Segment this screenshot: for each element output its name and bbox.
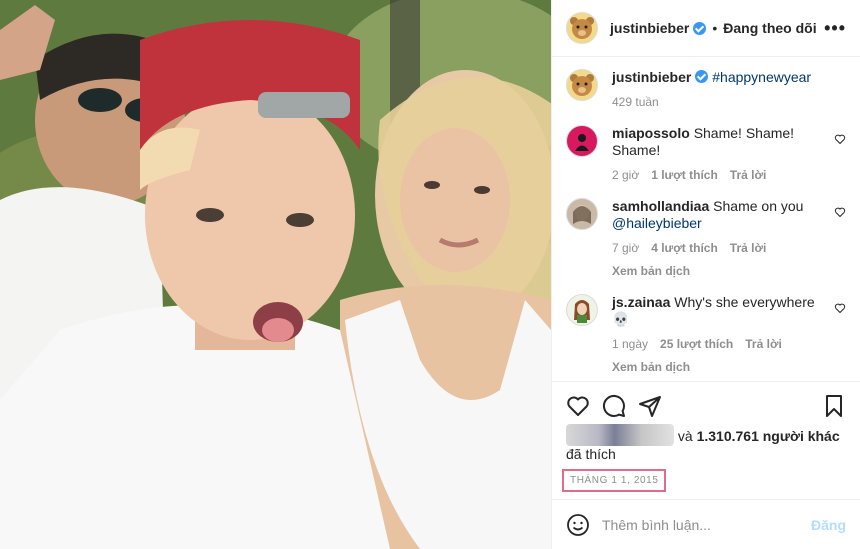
- comment-meta: 1 ngày 25 lượt thích Trả lời: [612, 336, 832, 353]
- comment-meta: 2 giờ 1 lượt thích Trả lời: [612, 167, 832, 184]
- likes-summary: và 1.310.761 người khác đã thích: [552, 424, 860, 463]
- caption-username[interactable]: justinbieber: [612, 69, 691, 85]
- reply-button[interactable]: Trả lời: [745, 337, 782, 351]
- likes-count[interactable]: 1.310.761 người khác: [697, 428, 840, 444]
- post-date[interactable]: THÁNG 1 1, 2015: [562, 469, 667, 492]
- avatar-cartoon-icon: [574, 300, 590, 323]
- comment-icon[interactable]: [602, 394, 626, 418]
- comment-age: 1 ngày: [612, 337, 649, 351]
- comment-item: js.zainaa Why's she everywhere 💀 1 ngày 2…: [566, 294, 846, 376]
- separator-dot: •: [712, 20, 718, 36]
- likes-prefix: và: [677, 428, 693, 444]
- comment-meta: 7 giờ 4 lượt thích Trả lời: [612, 240, 832, 257]
- bear-avatar-icon: [570, 74, 594, 96]
- comment-item: miapossolo Shame! Shame! Shame! 2 giờ 1 l…: [566, 125, 846, 184]
- translate-button[interactable]: Xem bản dịch: [612, 263, 832, 280]
- commenter-avatar[interactable]: [566, 294, 598, 326]
- reply-button[interactable]: Trả lời: [730, 241, 767, 255]
- commenter-avatar[interactable]: [566, 198, 598, 230]
- verified-icon: [693, 21, 707, 35]
- action-bar: [552, 382, 860, 424]
- reply-button[interactable]: Trả lời: [730, 168, 767, 182]
- caption: justinbieber #happynewyear 429 tuần: [566, 69, 846, 111]
- photo-illustration: [0, 0, 551, 549]
- post-sidebar: justinbieber • Đang theo dõi ••• justinb…: [551, 0, 860, 549]
- heart-icon[interactable]: [566, 394, 590, 418]
- commenter-username[interactable]: samhollandiaa: [612, 198, 709, 214]
- heart-icon[interactable]: [834, 133, 846, 145]
- comment-input[interactable]: Thêm bình luận...: [602, 517, 811, 533]
- author-username[interactable]: justinbieber: [610, 20, 689, 36]
- commenter-username[interactable]: miapossolo: [612, 125, 690, 141]
- caption-avatar[interactable]: [566, 69, 598, 101]
- comments-list[interactable]: justinbieber #happynewyear 429 tuần miap…: [552, 57, 860, 382]
- comment-age: 2 giờ: [612, 168, 640, 182]
- caption-age: 429 tuần: [612, 95, 659, 109]
- heart-icon[interactable]: [834, 302, 846, 314]
- likes-suffix: đã thích: [566, 446, 616, 462]
- comment-age: 7 giờ: [612, 241, 640, 255]
- verified-icon: [695, 70, 709, 83]
- avatar-silhouette-icon: [575, 134, 589, 151]
- comment-text: Shame on you: [713, 198, 804, 214]
- author-avatar[interactable]: [566, 12, 598, 44]
- follow-status-button[interactable]: Đang theo dõi: [723, 20, 816, 36]
- commenter-avatar[interactable]: [566, 125, 598, 157]
- share-icon[interactable]: [638, 394, 662, 418]
- post-header: justinbieber • Đang theo dõi •••: [552, 0, 860, 57]
- comment-likes[interactable]: 25 lượt thích: [660, 337, 733, 351]
- add-comment-bar: Thêm bình luận... Đăng: [552, 499, 860, 549]
- bookmark-icon[interactable]: [822, 394, 846, 418]
- heart-icon[interactable]: [834, 206, 846, 218]
- emoji-icon[interactable]: [566, 513, 590, 537]
- avatar-face-icon: [573, 205, 591, 224]
- blurred-usernames: [566, 424, 674, 446]
- bear-avatar-icon: [570, 17, 594, 39]
- caption-hashtag[interactable]: #happynewyear: [712, 69, 811, 85]
- comment-likes[interactable]: 4 lượt thích: [651, 241, 718, 255]
- comment-mention[interactable]: @haileybieber: [612, 215, 702, 231]
- post-photo[interactable]: [0, 0, 551, 549]
- comment-likes[interactable]: 1 lượt thích: [651, 168, 718, 182]
- translate-button[interactable]: Xem bản dịch: [612, 359, 832, 376]
- post-comment-button[interactable]: Đăng: [811, 517, 846, 533]
- instagram-post: justinbieber • Đang theo dõi ••• justinb…: [0, 0, 860, 549]
- comment-item: samhollandiaa Shame on you @haileybieber…: [566, 198, 846, 280]
- more-icon[interactable]: •••: [824, 18, 846, 39]
- commenter-username[interactable]: js.zainaa: [612, 294, 670, 310]
